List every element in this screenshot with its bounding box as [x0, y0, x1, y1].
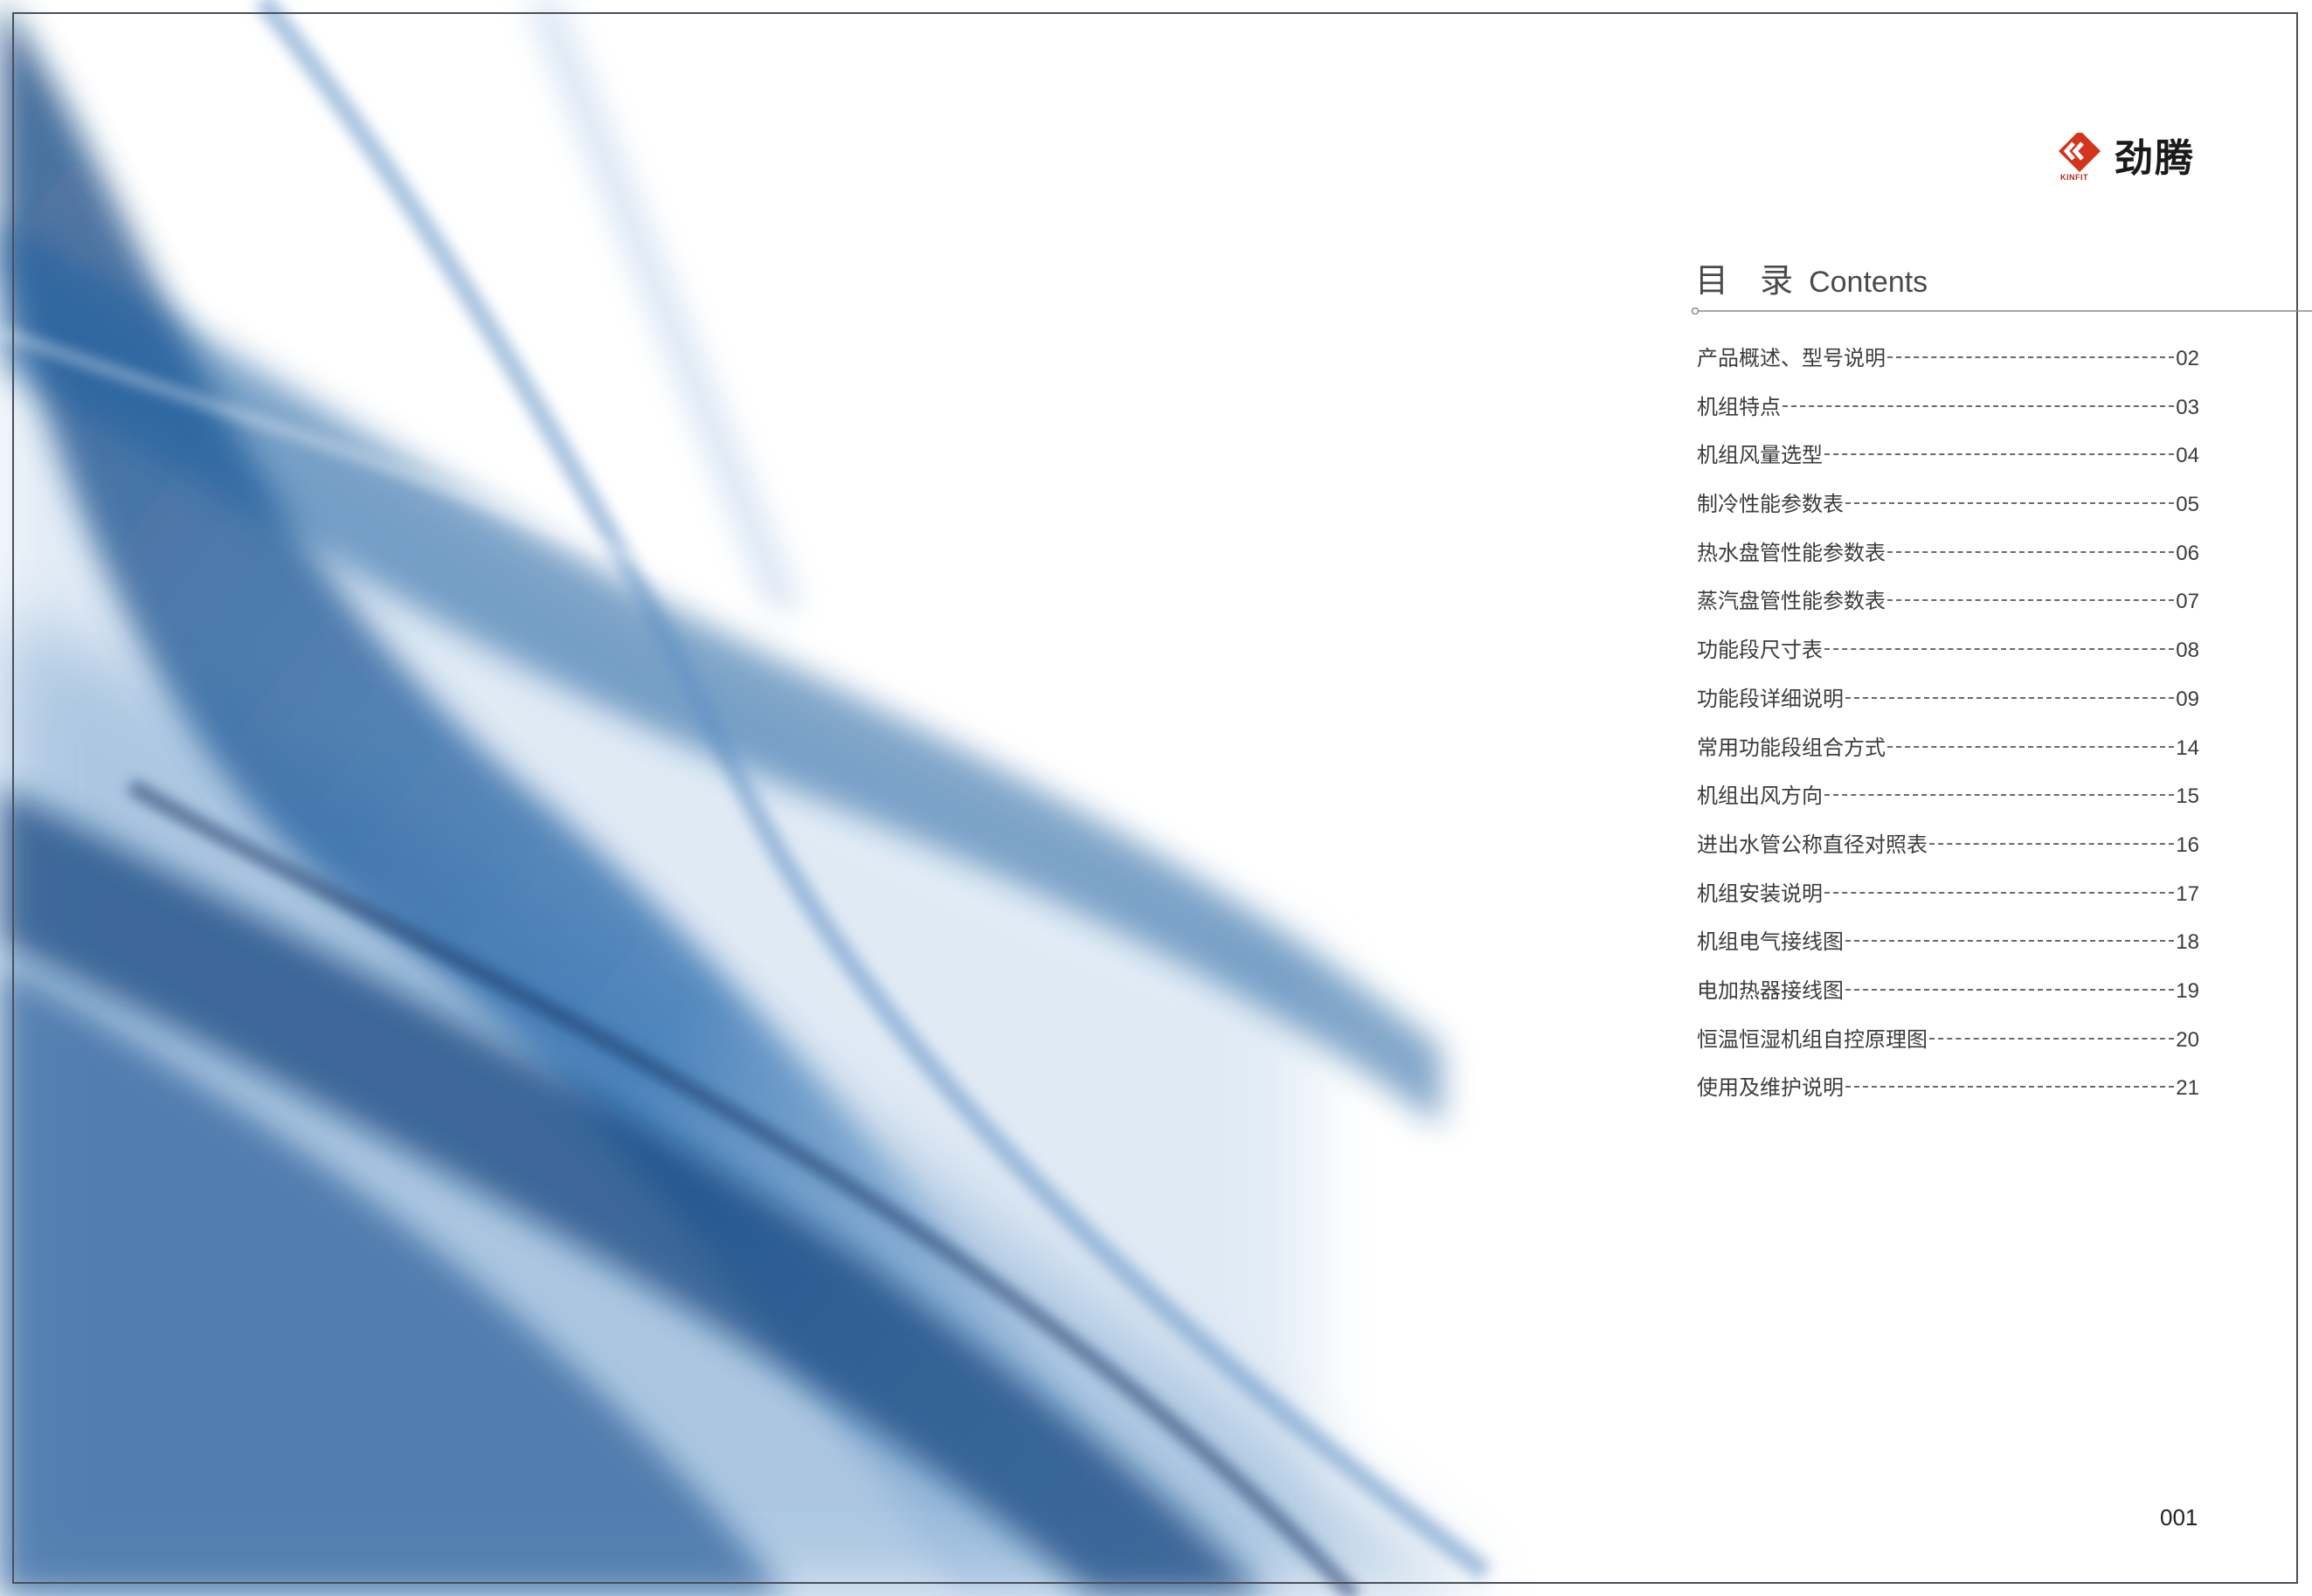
- toc-leader-line: [1845, 1086, 2175, 1088]
- toc-leader-line: [1845, 696, 2175, 699]
- toc-item-label: 机组电气接线图: [1697, 929, 1844, 955]
- brand-name-en: KINFIT: [2060, 173, 2088, 182]
- toc-item-page: 21: [2176, 1076, 2199, 1101]
- contents-title: 目 录 Contents: [1695, 253, 1928, 301]
- toc-item[interactable]: 使用及维护说明 21: [1697, 1070, 2199, 1119]
- toc-item-label: 机组风量选型: [1697, 443, 1823, 468]
- toc-item-page: 15: [2176, 784, 2199, 809]
- toc-item-page: 09: [2176, 687, 2199, 711]
- toc-item[interactable]: 机组特点 03: [1697, 390, 2199, 439]
- toc-item[interactable]: 机组出风方向 15: [1697, 778, 2199, 827]
- toc-item-label: 机组特点: [1697, 394, 1781, 419]
- toc-item-label: 使用及维护说明: [1697, 1075, 1844, 1101]
- toc-leader-line: [1845, 988, 2175, 991]
- toc-item[interactable]: 蒸汽盘管性能参数表 07: [1697, 584, 2199, 632]
- toc-leader-line: [1824, 794, 2175, 797]
- toc-item-page: 05: [2176, 493, 2199, 517]
- toc-item[interactable]: 常用功能段组合方式 14: [1697, 730, 2199, 779]
- toc-item[interactable]: 恒温恒湿机组自控原理图 20: [1697, 1022, 2199, 1071]
- title-divider: [1691, 307, 2312, 314]
- toc-item-label: 机组出风方向: [1697, 784, 1823, 809]
- toc-item-label: 功能段尺寸表: [1697, 638, 1823, 663]
- toc-item-label: 蒸汽盘管性能参数表: [1697, 589, 1886, 614]
- page-number: 001: [2160, 1504, 2198, 1530]
- toc-item-label: 制冷性能参数表: [1697, 492, 1844, 517]
- toc-leader-line: [1887, 745, 2175, 748]
- toc-item[interactable]: 电加热器接线图 19: [1697, 973, 2199, 1022]
- toc-leader-line: [1824, 453, 2175, 456]
- toc-item[interactable]: 产品概述、型号说明 02: [1697, 341, 2199, 390]
- toc-item[interactable]: 进出水管公称直径对照表 16: [1697, 827, 2199, 876]
- toc-leader-line: [1824, 648, 2175, 651]
- contents-list: 产品概述、型号说明 02 机组特点 03 机组风量选型 04 制冷性能参数表 05 热水盘管性能…: [1697, 341, 2199, 1119]
- brand-name: 劲腾: [2115, 136, 2195, 181]
- toc-item[interactable]: 制冷性能参数表 05: [1697, 487, 2199, 535]
- toc-leader-line: [1887, 599, 2175, 602]
- toc-item-page: 04: [2176, 444, 2199, 468]
- toc-item-page: 19: [2176, 978, 2199, 1003]
- toc-item-page: 03: [2176, 395, 2199, 419]
- contents-title-en: Contents: [1809, 266, 1928, 299]
- toc-item-page: 07: [2176, 590, 2199, 614]
- toc-item-page: 06: [2176, 541, 2199, 565]
- toc-leader-line: [1887, 356, 2175, 358]
- toc-item-page: 02: [2176, 347, 2199, 370]
- toc-item-page: 14: [2176, 736, 2199, 760]
- toc-item[interactable]: 功能段详细说明 09: [1697, 681, 2199, 730]
- toc-item-label: 恒温恒湿机组自控原理图: [1697, 1026, 1928, 1052]
- toc-leader-line: [1929, 842, 2175, 845]
- toc-item-label: 热水盘管性能参数表: [1697, 540, 1886, 565]
- toc-item-page: 17: [2176, 881, 2199, 906]
- toc-item[interactable]: 机组风量选型 04: [1697, 438, 2199, 487]
- contents-title-cn: 目 录: [1695, 261, 1804, 300]
- toc-item-page: 08: [2176, 639, 2199, 663]
- toc-leader-line: [1824, 891, 2175, 894]
- toc-item-label: 进出水管公称直径对照表: [1697, 832, 1928, 857]
- toc-item-label: 功能段详细说明: [1697, 686, 1844, 711]
- toc-item-label: 电加热器接线图: [1697, 978, 1844, 1003]
- toc-item-label: 常用功能段组合方式: [1697, 735, 1886, 760]
- toc-item-page: 20: [2176, 1027, 2199, 1052]
- toc-leader-line: [1929, 1037, 2175, 1040]
- toc-leader-line: [1845, 940, 2175, 943]
- toc-item[interactable]: 热水盘管性能参数表 06: [1697, 535, 2199, 584]
- toc-item[interactable]: 机组安装说明 17: [1697, 876, 2199, 925]
- toc-item-label: 机组安装说明: [1697, 881, 1823, 906]
- toc-item[interactable]: 功能段尺寸表 08: [1697, 632, 2199, 681]
- toc-item-label: 产品概述、型号说明: [1697, 346, 1886, 370]
- toc-leader-line: [1887, 550, 2175, 553]
- toc-leader-line: [1782, 404, 2175, 407]
- toc-item-page: 16: [2176, 833, 2199, 857]
- toc-item-page: 18: [2176, 930, 2199, 955]
- toc-item[interactable]: 机组电气接线图 18: [1697, 924, 2199, 973]
- toc-leader-line: [1845, 502, 2175, 505]
